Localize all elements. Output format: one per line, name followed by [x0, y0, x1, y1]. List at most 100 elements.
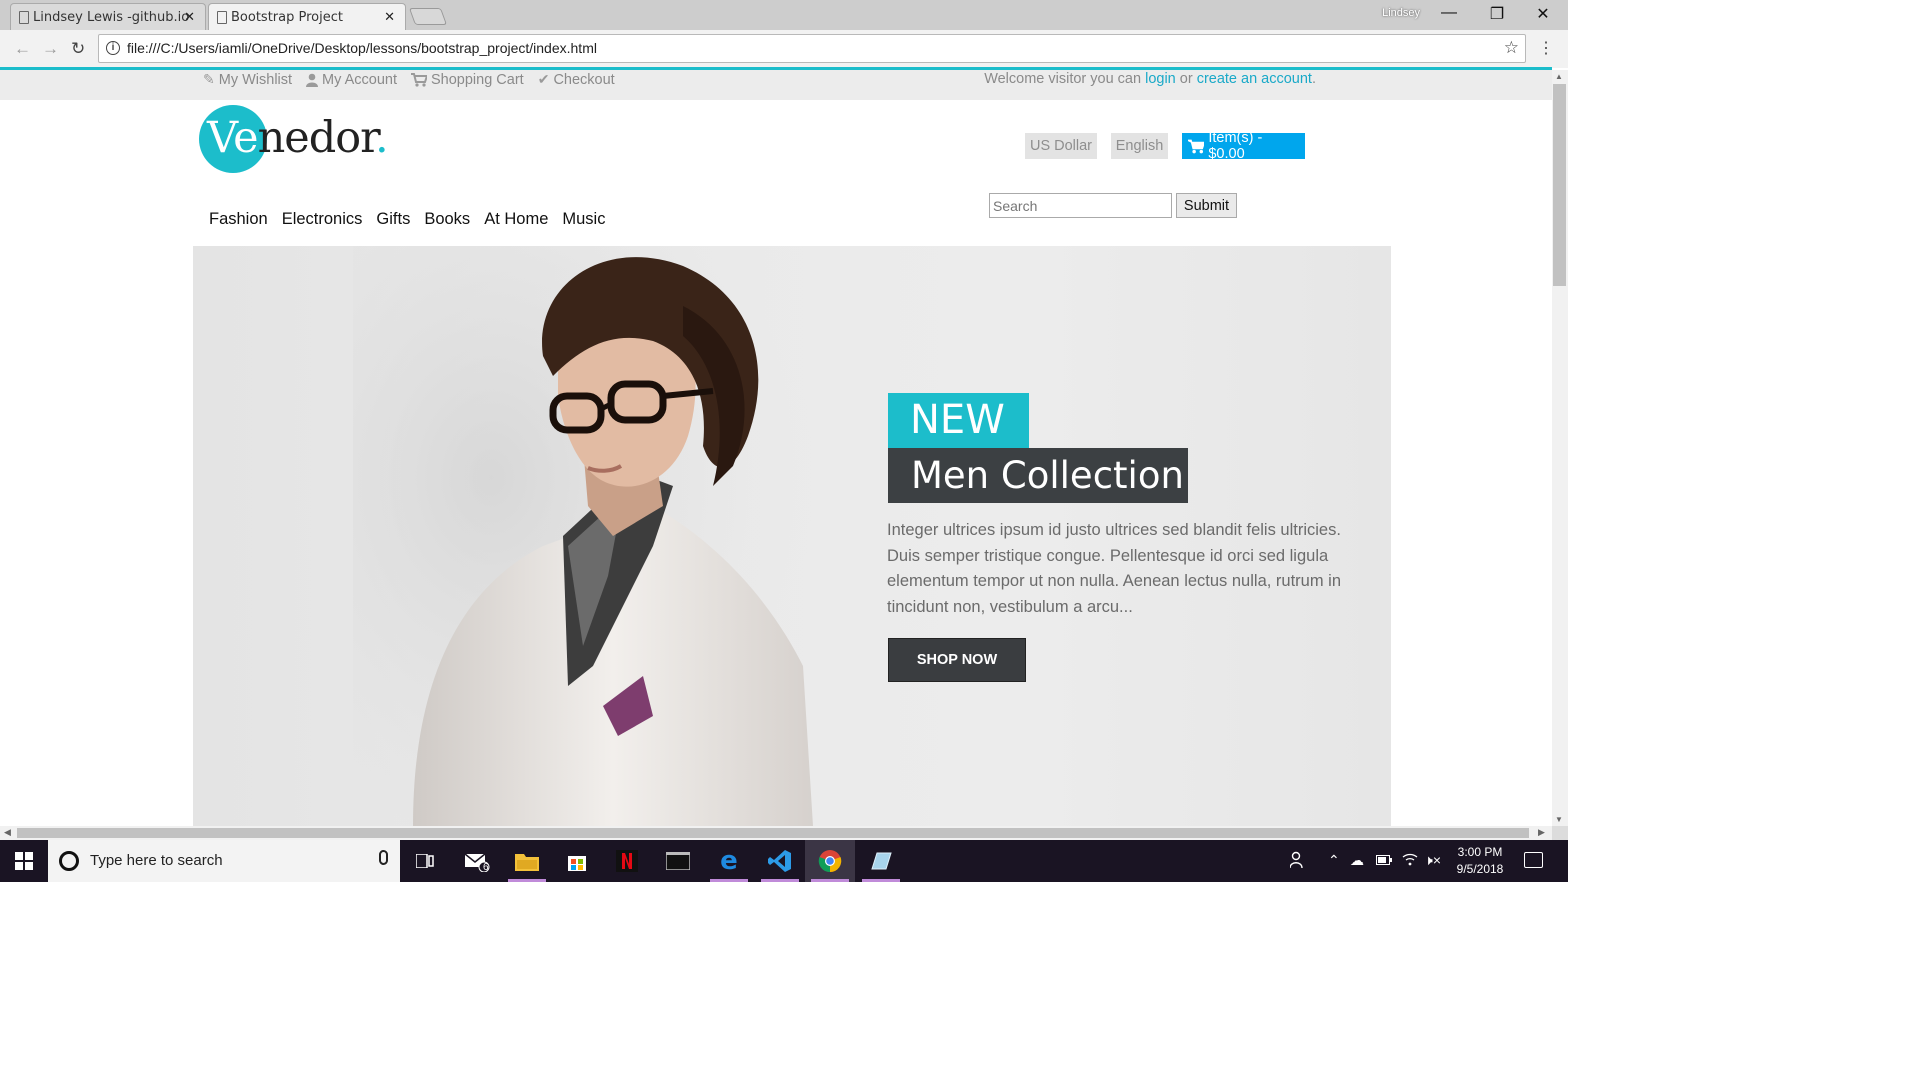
vertical-scroll-thumb[interactable] [1553, 84, 1566, 286]
people-icon[interactable] [1289, 851, 1306, 872]
wishlist-link[interactable]: ✎ My Wishlist [203, 71, 292, 88]
shopping-cart-label: Shopping Cart [431, 71, 524, 88]
top-links: ✎ My Wishlist My Account Shopping Cart ✔… [203, 71, 615, 88]
edit-icon: ✎ [203, 71, 215, 87]
notifications-icon[interactable] [1524, 852, 1543, 868]
language-selector[interactable]: English [1111, 133, 1168, 159]
scroll-right-icon[interactable]: ▶ [1538, 827, 1545, 838]
horizontal-scrollbar[interactable]: ◀ ▶ [0, 826, 1552, 840]
browser-tab-github[interactable]: Lindsey Lewis -github.io ✕ [10, 3, 206, 30]
user-icon [306, 73, 319, 87]
netflix-icon[interactable] [602, 840, 652, 882]
main-navigation: Fashion Electronics Gifts Books At Home … [209, 210, 605, 229]
hero-banner: NEW Men Collection Integer ultrices ipsu… [193, 246, 1391, 826]
nav-item-at-home[interactable]: At Home [484, 210, 548, 229]
top-bar: ✎ My Wishlist My Account Shopping Cart ✔… [0, 70, 1552, 100]
file-explorer-icon[interactable] [502, 840, 552, 882]
wifi-icon[interactable] [1402, 852, 1418, 869]
browser-tab-strip: Lindsey Lewis -github.io ✕ Bootstrap Pro… [0, 0, 1568, 30]
scrollbar-corner [1552, 826, 1568, 840]
nav-item-music[interactable]: Music [562, 210, 605, 229]
hero-tag-new: NEW [888, 393, 1029, 448]
venedor-logo[interactable]: Venedor. [199, 105, 399, 175]
horizontal-scroll-thumb[interactable] [17, 828, 1529, 838]
welcome-or: or [1175, 71, 1197, 87]
cart-icon [411, 72, 427, 87]
taskbar-search[interactable]: Type here to search [48, 840, 400, 882]
check-icon: ✔ [537, 71, 550, 87]
forward-arrow-icon[interactable]: → [42, 39, 59, 59]
page-icon [19, 11, 29, 24]
nav-item-gifts[interactable]: Gifts [376, 210, 410, 229]
taskbar-clock[interactable]: 3:00 PM 9/5/2018 [1442, 844, 1518, 878]
info-icon[interactable]: i [106, 41, 120, 55]
mail-icon[interactable]: 6 [452, 840, 502, 882]
nav-item-fashion[interactable]: Fashion [209, 210, 268, 229]
wishlist-label: My Wishlist [218, 71, 293, 88]
close-window-icon[interactable]: ✕ [1520, 4, 1566, 24]
shop-now-button[interactable]: SHOP NOW [888, 638, 1026, 682]
task-view-icon[interactable] [400, 840, 450, 882]
tab-title: Bootstrap Project [231, 9, 343, 25]
reload-icon[interactable]: ↻ [71, 39, 85, 59]
my-account-link[interactable]: My Account [306, 71, 397, 88]
welcome-suffix: . [1311, 71, 1316, 87]
mail-badge: 6 [483, 862, 489, 873]
nav-item-books[interactable]: Books [424, 210, 470, 229]
hero-description: Integer ultrices ipsum id justo ultrices… [887, 521, 1342, 616]
close-tab-icon[interactable]: ✕ [184, 10, 195, 25]
scroll-left-icon[interactable]: ◀ [4, 827, 11, 838]
currency-selector[interactable]: US Dollar [1025, 133, 1097, 159]
new-tab-button[interactable] [408, 8, 448, 25]
clock-date: 9/5/2018 [1456, 862, 1504, 876]
cart-icon [1188, 139, 1205, 153]
browser-menu-icon[interactable]: ⋮ [1538, 38, 1554, 58]
submit-button[interactable]: Submit [1176, 193, 1237, 218]
profile-name[interactable]: Lindsey [1382, 7, 1420, 19]
url-text[interactable]: file:///C:/Users/iamli/OneDrive/Desktop/… [127, 40, 597, 56]
hero-tag-collection: Men Collection [888, 448, 1188, 503]
terminal-icon[interactable] [653, 840, 703, 882]
scroll-down-icon[interactable]: ▼ [1555, 815, 1563, 824]
cart-label: Item(s) - $0.00 [1208, 130, 1263, 162]
scroll-up-icon[interactable]: ▲ [1555, 72, 1563, 81]
login-link[interactable]: login [1145, 71, 1176, 87]
checkout-link[interactable]: ✔ Checkout [538, 71, 615, 88]
show-hidden-icons-chevron-up-icon[interactable]: ⌃ [1328, 852, 1340, 869]
create-account-link[interactable]: create an account [1197, 71, 1312, 87]
search-input[interactable] [989, 193, 1172, 218]
restore-icon[interactable]: ❐ [1474, 4, 1520, 24]
windows-taskbar: Type here to search 6 e ⌃ ☁ 🕨× 3:00 PM 9… [0, 840, 1568, 882]
close-tab-icon[interactable]: ✕ [384, 10, 395, 25]
generic-app-icon[interactable] [856, 840, 906, 882]
back-arrow-icon[interactable]: ← [14, 39, 31, 59]
welcome-prefix: Welcome visitor you can [984, 71, 1146, 87]
page-icon [217, 11, 227, 24]
onedrive-cloud-icon[interactable]: ☁ [1350, 852, 1364, 869]
clock-time: 3:00 PM [1457, 845, 1503, 859]
start-button[interactable] [0, 840, 48, 882]
welcome-message: Welcome visitor you can login or create … [984, 71, 1316, 87]
browser-tab-bootstrap-project[interactable]: Bootstrap Project ✕ [208, 3, 406, 30]
minimize-icon[interactable]: — [1426, 4, 1472, 22]
edge-browser-icon[interactable]: e [704, 840, 754, 882]
shopping-cart-link[interactable]: Shopping Cart [411, 71, 524, 88]
microphone-icon[interactable] [379, 850, 388, 865]
my-account-label: My Account [322, 71, 397, 88]
microsoft-store-icon[interactable] [552, 840, 602, 882]
cart-button[interactable]: Item(s) - $0.00 [1182, 130, 1305, 162]
address-bar[interactable]: i file:///C:/Users/iamli/OneDrive/Deskto… [98, 34, 1526, 63]
logo-wordmark: Venedor. [207, 113, 389, 163]
vertical-scrollbar[interactable]: ▲ ▼ [1552, 70, 1568, 826]
vscode-icon[interactable] [755, 840, 805, 882]
browser-toolbar: ← → ↻ i file:///C:/Users/iamli/OneDrive/… [0, 30, 1568, 68]
taskbar-search-placeholder: Type here to search [90, 852, 223, 869]
chrome-icon[interactable] [805, 840, 855, 882]
windows-logo-icon [15, 852, 33, 870]
nav-item-electronics[interactable]: Electronics [282, 210, 363, 229]
hero-model-photo [353, 246, 813, 826]
bookmark-star-icon[interactable]: ☆ [1504, 38, 1519, 58]
battery-icon[interactable] [1376, 852, 1392, 868]
cortana-icon[interactable] [59, 851, 79, 871]
volume-muted-icon[interactable]: 🕨× [1424, 852, 1441, 869]
